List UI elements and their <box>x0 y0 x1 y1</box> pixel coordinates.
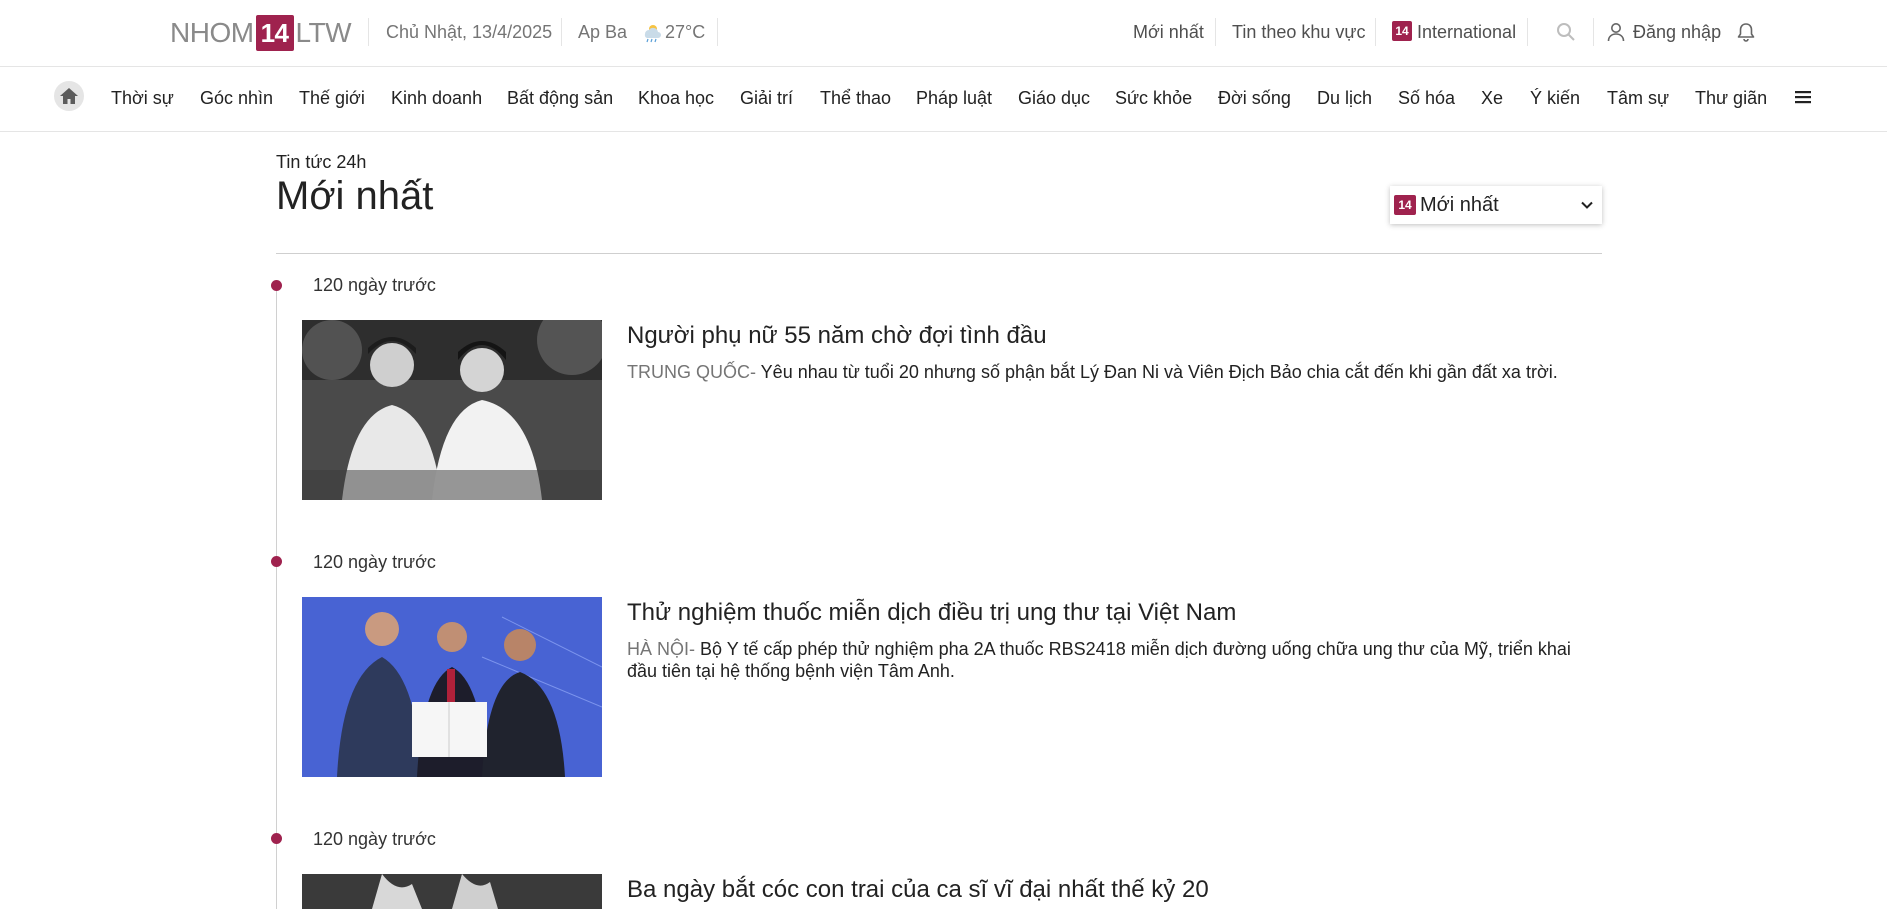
article-photo-ceremony <box>302 597 602 777</box>
nav-item-thu-gian[interactable]: Thư giãn <box>1695 87 1767 109</box>
sort-logo-mark: 14 <box>1394 195 1416 215</box>
nav-item-the-gioi[interactable]: Thế giới <box>299 87 365 109</box>
article-summary: Yêu nhau từ tuổi 20 nhưng số phận bắt Lý… <box>756 362 1558 382</box>
user-icon[interactable] <box>1603 19 1629 45</box>
divider <box>1215 18 1216 46</box>
temperature: 27°C <box>665 22 706 42</box>
nav-item-giai-tri[interactable]: Giải trí <box>740 87 793 109</box>
sort-selected-value: Mới nhất <box>1420 193 1499 216</box>
home-icon[interactable] <box>54 81 84 111</box>
nav-item-tam-su[interactable]: Tâm sự <box>1607 87 1669 109</box>
nav-item-kinh-doanh[interactable]: Kinh doanh <box>391 87 482 109</box>
nav-item-doi-song[interactable]: Đời sống <box>1218 87 1291 109</box>
divider <box>717 18 718 46</box>
weather-rain-icon <box>644 25 661 43</box>
regional-news-link[interactable]: Tin theo khu vực <box>1232 20 1365 44</box>
article-title[interactable]: Ba ngày bắt cóc con trai của ca sĩ vĩ đạ… <box>627 876 1209 904</box>
hamburger-menu-icon[interactable] <box>1792 86 1814 108</box>
nav-item-so-hoa[interactable]: Số hóa <box>1398 87 1455 109</box>
main-nav: Thời sự Góc nhìn Thế giới Kinh doanh Bất… <box>0 68 1887 132</box>
site-logo[interactable]: NHOM 14 LTW <box>170 15 352 51</box>
timeline-dot <box>271 833 282 844</box>
nav-item-xe[interactable]: Xe <box>1481 87 1503 109</box>
article-photo-bw-couple <box>302 320 602 500</box>
latest-link[interactable]: Mới nhất <box>1133 20 1204 44</box>
bell-icon[interactable] <box>1733 19 1759 45</box>
timeline-dot <box>271 556 282 567</box>
current-date: Chủ Nhật, 13/4/2025 <box>386 22 553 42</box>
search-icon[interactable] <box>1553 19 1579 45</box>
article-description: HÀ NỘI- Bộ Y tế cấp phép thử nghiệm pha … <box>627 638 1587 682</box>
page-kicker: Tin tức 24h <box>276 152 367 172</box>
nav-item-khoa-hoc[interactable]: Khoa học <box>638 87 714 109</box>
article-time: 120 ngày trước <box>313 552 436 572</box>
timeline-line <box>276 285 277 909</box>
article-thumbnail[interactable] <box>302 320 602 500</box>
divider <box>1593 18 1594 46</box>
article-thumbnail[interactable] <box>302 874 602 909</box>
nav-item-y-kien[interactable]: Ý kiến <box>1530 87 1580 109</box>
international-link[interactable]: International <box>1417 20 1516 44</box>
weather-location[interactable]: Ap Ba <box>578 20 627 44</box>
logo-mark: 14 <box>255 15 294 51</box>
logo-text-right: LTW <box>295 17 352 48</box>
divider <box>1527 18 1528 46</box>
page-title: Mới nhất <box>276 174 434 218</box>
nav-item-du-lich[interactable]: Du lịch <box>1317 87 1372 109</box>
login-link[interactable]: Đăng nhập <box>1633 20 1721 44</box>
nav-item-giao-duc[interactable]: Giáo dục <box>1018 87 1090 109</box>
top-bar: NHOM 14 LTW Chủ Nhật, 13/4/2025 Ap Ba 27°C… <box>0 0 1887 67</box>
article-location: TRUNG QUỐC- <box>627 362 756 382</box>
international-logo: 14 <box>1392 21 1412 41</box>
logo-text-left: NHOM <box>170 17 254 48</box>
article-location: HÀ NỘI- <box>627 639 696 659</box>
timeline-dot <box>271 280 282 291</box>
divider <box>561 18 562 46</box>
article-description: TRUNG QUỐC- Yêu nhau từ tuổi 20 nhưng số… <box>627 361 1587 383</box>
sort-dropdown[interactable]: 14 Mới nhất <box>1390 186 1602 224</box>
header-divider <box>276 253 1602 254</box>
nav-item-phap-luat[interactable]: Pháp luật <box>916 87 992 109</box>
article-photo-bw <box>302 874 602 909</box>
nav-item-suc-khoe[interactable]: Sức khỏe <box>1115 87 1192 109</box>
nav-item-goc-nhin[interactable]: Góc nhìn <box>200 87 273 109</box>
divider <box>368 18 369 46</box>
article-time: 120 ngày trước <box>313 275 436 295</box>
article-summary: Bộ Y tế cấp phép thử nghiệm pha 2A thuốc… <box>627 639 1571 681</box>
article-title[interactable]: Thử nghiệm thuốc miễn dịch điều trị ung … <box>627 599 1236 627</box>
chevron-down-icon <box>1581 201 1593 209</box>
nav-item-the-thao[interactable]: Thể thao <box>820 87 891 109</box>
article-thumbnail[interactable] <box>302 597 602 777</box>
article-time: 120 ngày trước <box>313 829 436 849</box>
nav-item-bat-dong-san[interactable]: Bất động sản <box>507 87 613 109</box>
divider <box>1375 18 1376 46</box>
article-title[interactable]: Người phụ nữ 55 năm chờ đợi tình đầu <box>627 322 1047 350</box>
nav-item-thoi-su[interactable]: Thời sự <box>111 87 174 109</box>
